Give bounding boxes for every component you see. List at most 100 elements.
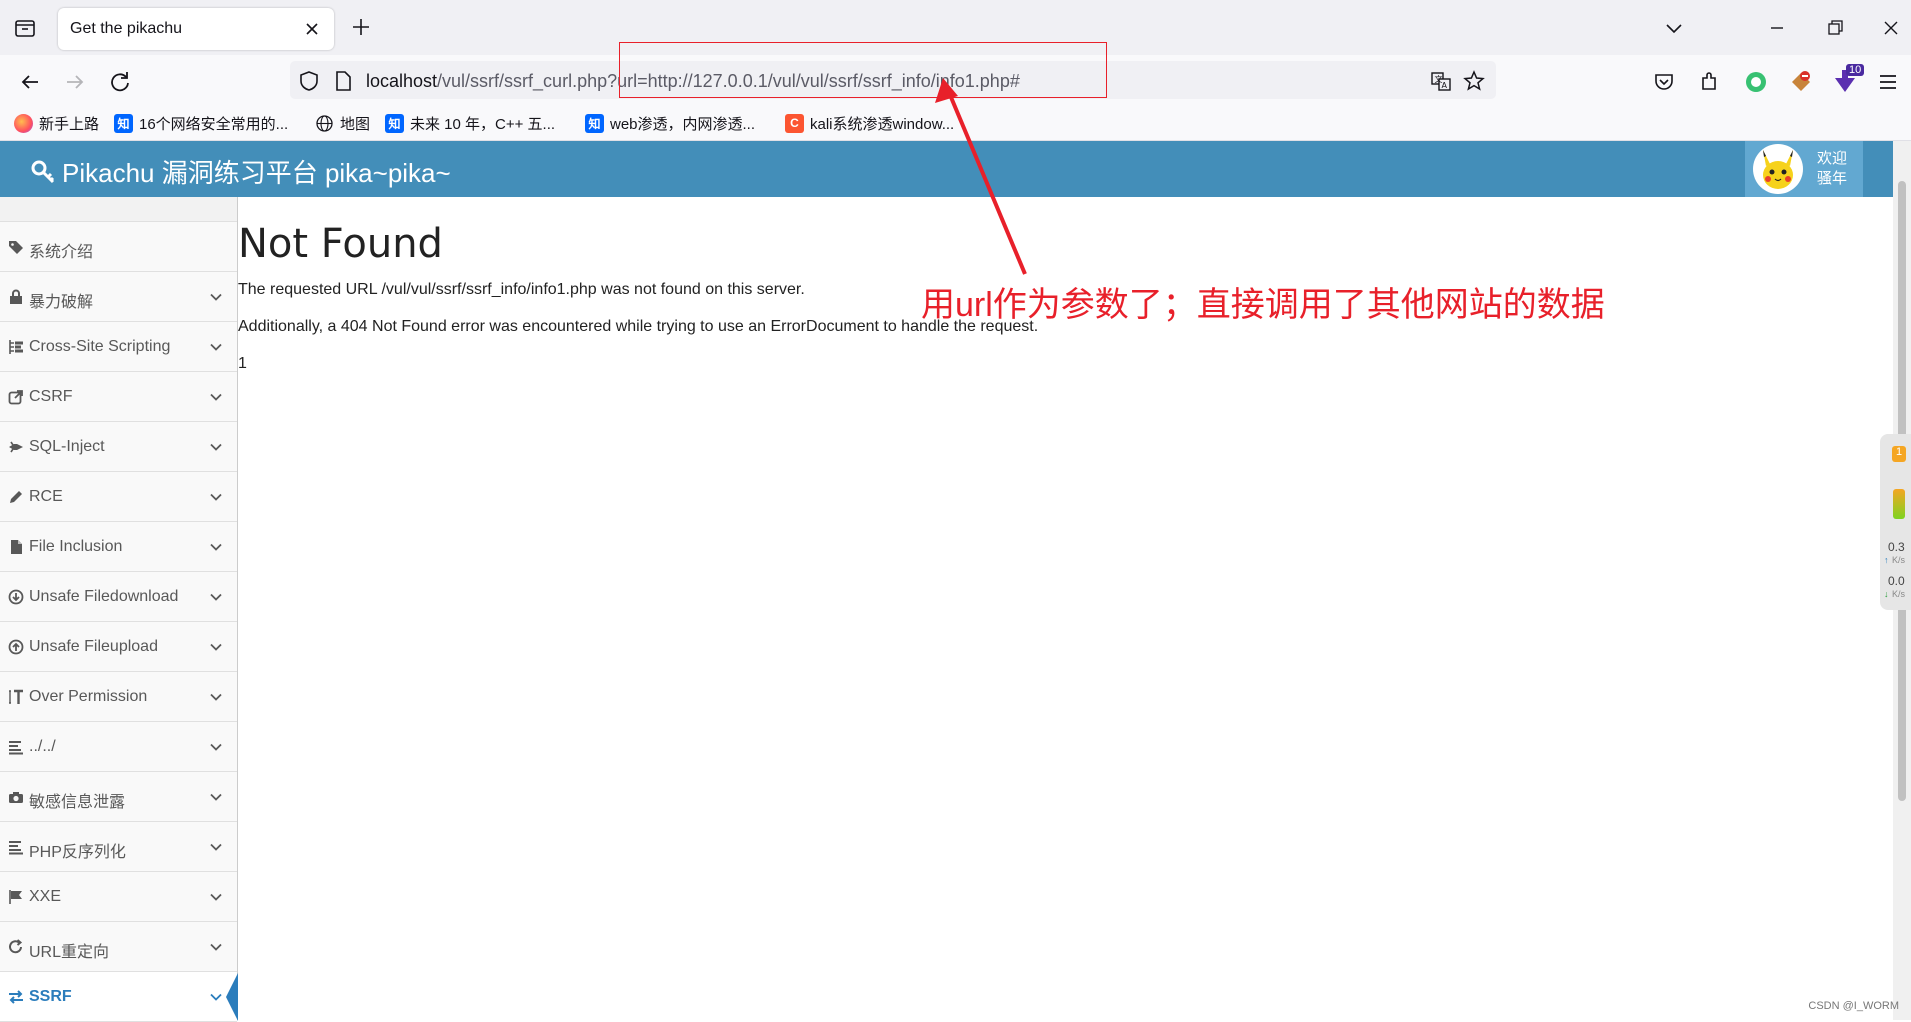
chevron-down-icon[interactable]	[1660, 14, 1688, 42]
chevron-down-icon	[210, 343, 222, 351]
sidebar-item[interactable]: 系统介绍	[0, 222, 237, 272]
chevron-down-icon	[210, 693, 222, 701]
translate-icon[interactable]: 文 A	[1430, 70, 1452, 92]
chevron-down-icon	[210, 943, 222, 951]
ublock-icon[interactable]	[1787, 68, 1815, 96]
sidebar-item-label: XXE	[29, 888, 62, 905]
greeting-line1: 欢迎	[1817, 150, 1848, 167]
url-host: localhost	[366, 71, 438, 91]
chevron-down-icon	[210, 593, 222, 601]
sidebar-item-label: File Inclusion	[29, 538, 123, 555]
sidebar-item[interactable]: XXE	[0, 872, 237, 922]
star-icon[interactable]	[1463, 70, 1485, 92]
bookmarks-bar: 新手上路 知 16个网络安全常用的... 地图 知 未来 10 年，C++ 五.…	[0, 107, 1911, 141]
shield-icon[interactable]	[298, 70, 320, 92]
bookmark-item[interactable]: 知 16个网络安全常用的...	[114, 112, 288, 134]
sidebar-shortcuts	[0, 197, 237, 222]
chevron-down-icon	[210, 543, 222, 551]
avatar	[1753, 144, 1803, 194]
download-arrow-icon: ↓	[1884, 589, 1889, 599]
reload-icon[interactable]	[106, 68, 134, 96]
chevron-down-icon	[210, 393, 222, 401]
sidebar-item-label: Unsafe Filedownload	[29, 588, 179, 605]
sidebar-item[interactable]: Unsafe Filedownload	[0, 572, 237, 622]
minimize-icon[interactable]	[1763, 14, 1791, 42]
pencil-icon	[10, 491, 22, 503]
sidebar-nav: 系统介绍 暴力破解 Cross-Site Scripting CSRF SQL-Inje…	[0, 222, 238, 1022]
restore-icon[interactable]	[1821, 14, 1849, 42]
chevron-down-icon	[210, 493, 222, 501]
pikachu-avatar-icon	[1763, 150, 1793, 189]
net-speed-widget[interactable]: 1 0.3 ↑ K/s 0.0 ↓ K/s	[1880, 434, 1911, 610]
sidebar-item[interactable]: RCE	[0, 472, 237, 522]
new-tab-icon[interactable]	[348, 14, 374, 40]
url-highlight-box	[619, 42, 1107, 98]
page-header: Pikachu 漏洞练习平台 pika~pika~ 欢迎 骚年	[0, 141, 1893, 197]
error-title: Not Found	[238, 221, 443, 267]
bookmark-label: 未来 10 年，C++ 五...	[410, 115, 556, 133]
battery-icon	[1893, 489, 1905, 519]
text-height-icon	[9, 689, 23, 704]
sidebar-item[interactable]: Unsafe Fileupload	[0, 622, 237, 672]
error-message: The requested URL /vul/vul/ssrf/ssrf_inf…	[238, 281, 805, 298]
page-icon[interactable]	[332, 70, 354, 92]
chevron-down-icon	[210, 993, 222, 1001]
forward-icon[interactable]	[61, 68, 89, 96]
green-extension-icon[interactable]	[1742, 68, 1770, 96]
sidebar-item[interactable]: CSRF	[0, 372, 237, 422]
lock-icon	[10, 289, 22, 304]
sidebar-item[interactable]: 暴力破解	[0, 272, 237, 322]
exchange-icon	[9, 990, 23, 1004]
upload-unit: K/s	[1892, 555, 1906, 565]
globe-icon	[316, 114, 333, 132]
sidebar-item-label: RCE	[29, 488, 63, 505]
bookmark-item[interactable]: 地图	[315, 112, 370, 134]
close-icon[interactable]	[300, 17, 324, 41]
back-icon[interactable]	[16, 68, 44, 96]
sidebar-item[interactable]: ../../	[0, 722, 237, 772]
chevron-down-icon	[210, 793, 222, 801]
fighter-jet-icon	[9, 441, 23, 453]
sidebar-item[interactable]: URL重定向	[0, 922, 237, 972]
csdn-icon: C	[785, 113, 804, 133]
brand[interactable]: Pikachu 漏洞练习平台 pika~pika~	[30, 153, 451, 190]
close-window-icon[interactable]	[1877, 14, 1905, 42]
sidebar-item[interactable]: Cross-Site Scripting	[0, 322, 237, 372]
sidebar-item-label: SSRF	[29, 988, 72, 1005]
output-text: 1	[238, 355, 247, 372]
sidebar-item[interactable]: 敏感信息泄露	[0, 772, 237, 822]
bookmark-label: 地图	[340, 115, 371, 133]
menu-icon[interactable]	[1874, 68, 1902, 96]
bookmark-item[interactable]: 新手上路	[14, 112, 99, 134]
extensions-icon[interactable]	[1695, 68, 1723, 96]
downloader-extension[interactable]: 10	[1829, 64, 1865, 98]
bookmark-item[interactable]: C kali系统渗透window...	[785, 112, 954, 134]
sidebar-item[interactable]: SQL-Inject	[0, 422, 237, 472]
bookmark-item[interactable]: 知 web渗透，内网渗透...	[585, 112, 755, 134]
file-icon	[11, 540, 22, 554]
sidebar-item[interactable]: SSRF	[0, 972, 238, 1022]
watermark: CSDN @I_WORM	[1808, 1000, 1899, 1012]
extension-badge: 10	[1846, 64, 1865, 76]
sidebar-item[interactable]: File Inclusion	[0, 522, 237, 572]
browser-tab[interactable]: Get the pikachu	[58, 8, 334, 50]
sidebar-item[interactable]: PHP反序列化	[0, 822, 237, 872]
greeting-line2: 骚年	[1817, 170, 1848, 187]
tab-title: Get the pikachu	[70, 20, 183, 37]
list-icon	[9, 340, 23, 354]
upload-icon	[8, 639, 24, 655]
pocket-icon[interactable]	[1650, 68, 1678, 96]
user-menu[interactable]: 欢迎 骚年	[1745, 141, 1863, 197]
sidebar-item-label: Cross-Site Scripting	[29, 338, 171, 355]
sidebar-item-label: 敏感信息泄露	[29, 794, 126, 811]
zhihu-icon: 知	[114, 113, 133, 133]
align-left-icon	[9, 841, 23, 855]
key-icon	[31, 160, 55, 183]
sidebar-item[interactable]: Over Permission	[0, 672, 237, 722]
chevron-down-icon	[210, 443, 222, 451]
bookmark-item[interactable]: 知 未来 10 年，C++ 五...	[385, 112, 555, 134]
refresh-icon	[9, 939, 23, 954]
tab-list-icon[interactable]	[12, 15, 38, 41]
sidebar-item-label: URL重定向	[29, 944, 110, 961]
chevron-down-icon	[210, 643, 222, 651]
